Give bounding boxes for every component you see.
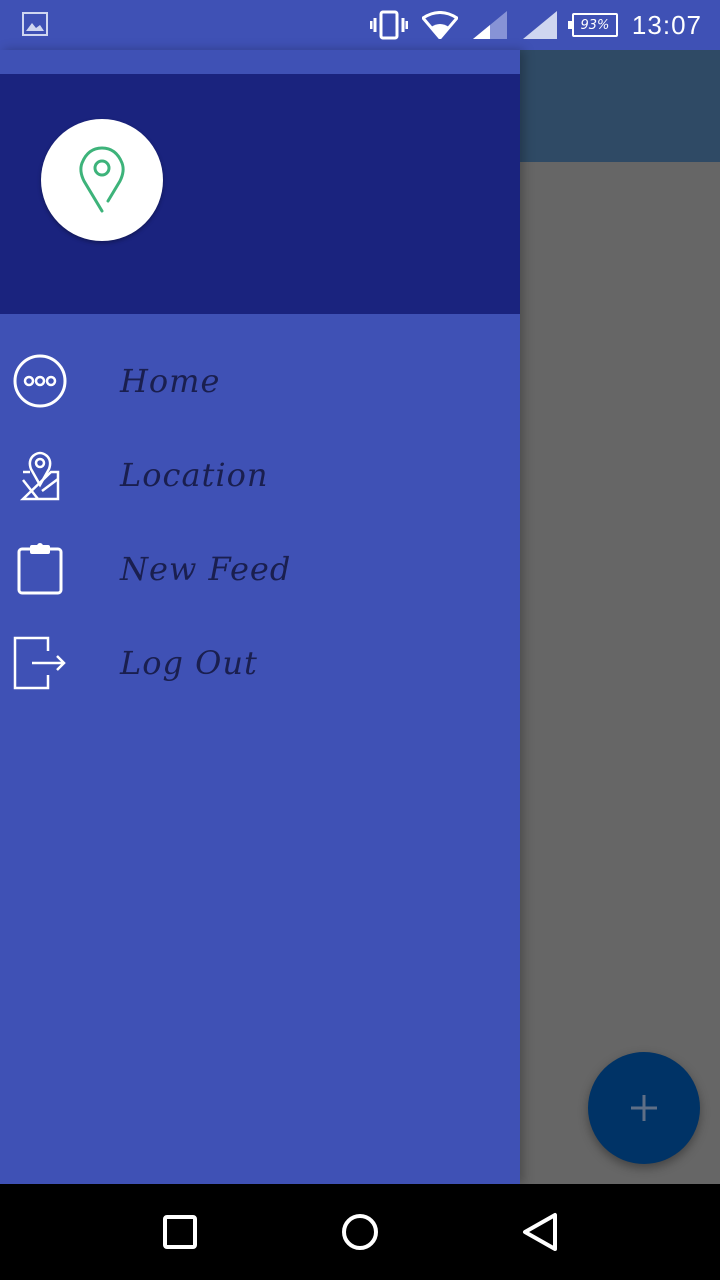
drawer-menu: Home Location New Feed Log Out [0,334,520,710]
gallery-icon [22,12,48,36]
navigation-drawer: Home Location New Feed Log Out [0,50,520,1184]
system-nav-bar [0,1184,720,1280]
menu-item-new-feed[interactable]: New Feed [0,522,520,616]
menu-item-log-out[interactable]: Log Out [0,616,520,710]
battery-percent: 93% [580,17,610,33]
menu-item-label: Location [120,456,269,494]
more-horiz-circle-icon [12,353,68,409]
vibrate-icon [369,10,408,40]
wifi-icon [421,11,458,39]
status-bar: 93% 13:07 [0,0,720,50]
back-button[interactable] [520,1212,560,1252]
map-location-icon [12,447,68,503]
screen: 93% 13:07 Home Location New Feed Log Out [0,0,720,1280]
status-icons: 93% 13:07 [369,0,702,50]
clipboard-icon [12,541,68,597]
home-circle-icon [342,1214,378,1250]
menu-item-home[interactable]: Home [0,334,520,428]
logout-icon [12,635,68,691]
recents-button[interactable] [160,1212,200,1252]
recents-icon [163,1215,197,1249]
menu-item-label: Log Out [120,644,258,682]
drawer-header [0,74,520,314]
clock: 13:07 [631,9,702,40]
menu-item-location[interactable]: Location [0,428,520,522]
signal-icon [472,11,507,39]
add-fab-button[interactable] [588,1052,700,1164]
battery-icon: 93% [567,13,618,37]
avatar[interactable] [41,119,163,241]
menu-item-label: New Feed [120,550,292,588]
location-pin-icon [79,146,125,213]
menu-item-label: Home [120,362,221,400]
signal-full-icon [522,11,557,39]
home-button[interactable] [340,1212,380,1252]
back-triangle-icon [523,1213,557,1251]
plus-icon [631,1095,657,1121]
